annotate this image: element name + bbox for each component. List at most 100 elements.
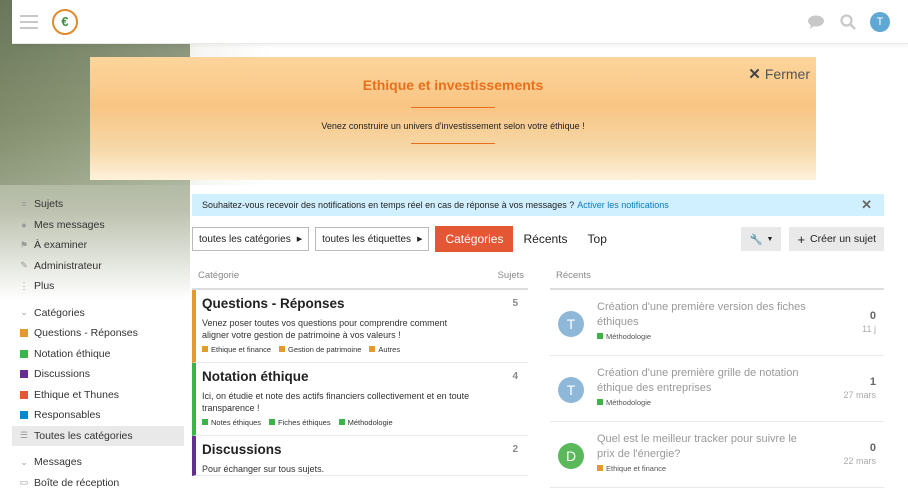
topic-category[interactable]: Méthodologie [606,398,651,407]
caret-down-icon: ▼ [766,235,774,243]
category-name[interactable]: Discussions [202,442,522,457]
category-color-swatch [597,465,603,471]
category-color-swatch [20,370,28,379]
sidebar-item-a-examiner[interactable]: ⚑ À examiner [12,235,184,256]
sidebar-inbox[interactable]: ▭ Boîte de réception [12,473,184,494]
sidebar-item-label: À examiner [34,239,88,252]
more-vertical-icon: ⋮ [19,280,29,291]
subcategory-label: Ethique et finance [211,345,272,354]
subcategory-link[interactable]: Ethique et finance [202,345,271,354]
topic-row[interactable]: T Création d'une première version des fi… [550,290,884,356]
welcome-banner: ✕ Fermer Ethique et investissements Venez… [90,57,816,180]
section-label: Catégories [34,306,85,319]
list-icon: ☰ [19,430,29,441]
tab-recents[interactable]: Récents [513,226,577,252]
sidebar-category-responsables[interactable]: Responsables [12,405,184,426]
divider [411,107,495,108]
stack-icon: ≡ [21,199,27,210]
sidebar-item-label: Toutes les catégories [34,429,133,442]
topic-row[interactable]: T Création d'une première grille de nota… [550,356,884,422]
sidebar-section-categories[interactable]: ⌄ Catégories [12,303,184,324]
category-color-swatch [597,333,603,339]
sidebar-all-categories[interactable]: ☰ Toutes les catégories [12,425,184,446]
topic-category[interactable]: Méthodologie [606,332,651,341]
tab-top[interactable]: Top [578,226,617,252]
menu-icon[interactable] [20,14,38,29]
chat-icon[interactable] [806,12,826,32]
enable-notifications-link[interactable]: Activer les notifications [577,200,669,210]
category-color-swatch [20,329,28,338]
subcategory-link[interactable]: Autres [369,345,400,354]
category-description: Venez poser toutes vos questions pour co… [202,318,448,340]
reply-count: 0 [869,310,876,322]
category-label: Responsables [34,409,101,422]
category-row[interactable]: Questions - Réponses 5 Venez poser toute… [192,290,528,363]
category-color-swatch [269,419,276,425]
subcategory-link[interactable]: Notes éthiques [202,418,261,427]
reply-count: 0 [869,442,876,454]
admin-tools-button[interactable]: 🔧 ▼ [741,227,782,251]
subcategory-label: Autres [378,345,401,354]
sidebar-category-notation[interactable]: Notation éthique [12,344,184,365]
create-topic-button[interactable]: + Créer un sujet [789,227,884,251]
table-header: Catégorie Sujets [192,262,528,290]
avatar[interactable]: T [558,377,584,403]
topic-title[interactable]: Quel est le meilleur tracker pour suivre… [597,432,817,462]
wrench-icon: 🔧 [749,233,763,246]
banner-subtitle: Venez construire un univers d'investisse… [321,121,585,131]
category-name[interactable]: Notation éthique [202,369,522,384]
main-content: Souhaitez-vous recevoir des notification… [192,194,884,488]
user-avatar[interactable]: T [870,11,890,32]
sidebar-item-label: Boîte de réception [34,476,120,489]
close-banner-button[interactable]: ✕ Fermer [748,65,810,83]
topic-title[interactable]: Création d'une première grille de notati… [597,366,817,396]
recent-header: Récents [550,262,884,290]
category-label: Ethique et Thunes [34,388,120,401]
banner-title: Ethique et investissements [362,77,544,93]
inbox-icon: ▭ [19,477,29,488]
topic-category[interactable]: Ethique et finance [606,464,666,473]
category-row[interactable]: Discussions 2 Pour échanger sur tous suj… [192,436,528,476]
subcategory-link[interactable]: Méthodologie [338,418,393,427]
avatar[interactable]: T [558,311,584,337]
create-topic-label: Créer un sujet [810,233,876,245]
sidebar-category-questions[interactable]: Questions - Réponses [12,323,184,344]
close-label: Fermer [764,66,810,82]
site-header: € T [12,0,908,44]
column-header-category: Catégorie [198,269,240,281]
close-icon[interactable]: ✕ [861,197,872,213]
category-name[interactable]: Questions - Réponses [202,296,522,311]
category-row[interactable]: Notation éthique 4 Ici, on étudie et not… [192,363,528,436]
category-color-swatch [20,390,28,399]
recent-topics: Récents T Création d'une première versio… [550,262,884,488]
category-color-swatch [338,419,345,425]
close-icon: ✕ [748,66,761,83]
subcategory-label: Fiches éthiques [278,418,331,427]
sidebar-item-sujets[interactable]: ≡ Sujets [12,194,184,215]
topic-date: 11 j [862,324,876,334]
category-label: Notation éthique [34,347,111,360]
sidebar-category-ethique-thunes[interactable]: Ethique et Thunes [12,385,184,406]
sidebar-item-label: Mes messages [34,218,105,231]
tags-dropdown[interactable]: toutes les étiquettes ▶ [315,227,430,251]
category-color-swatch [369,346,376,352]
avatar[interactable]: D [558,443,584,469]
category-label: Questions - Réponses [34,327,138,340]
sidebar-category-discussions[interactable]: Discussions [12,364,184,385]
user-icon: ● [21,219,27,230]
categories-dropdown[interactable]: toutes les catégories ▶ [192,227,310,251]
category-label: Discussions [34,368,91,381]
topic-row[interactable]: D Quel est le meilleur tracker pour suiv… [550,422,884,488]
subcategory-link[interactable]: Gestion de patrimoine [279,345,361,354]
chevron-down-icon: ⌄ [20,307,28,318]
search-icon[interactable] [838,12,858,32]
subcategory-link[interactable]: Fiches éthiques [269,418,331,427]
sidebar-item-plus[interactable]: ⋮ Plus [12,276,184,297]
category-color-swatch [202,419,208,425]
sidebar-item-mes-messages[interactable]: ● Mes messages [12,215,184,236]
sidebar-section-messages[interactable]: ⌄ Messages [12,452,184,473]
topic-title[interactable]: Création d'une première version des fich… [597,300,817,330]
site-logo[interactable]: € [52,8,78,35]
tab-categories[interactable]: Catégories [435,226,514,252]
sidebar-item-administrateur[interactable]: ✎ Administrateur [12,256,184,277]
